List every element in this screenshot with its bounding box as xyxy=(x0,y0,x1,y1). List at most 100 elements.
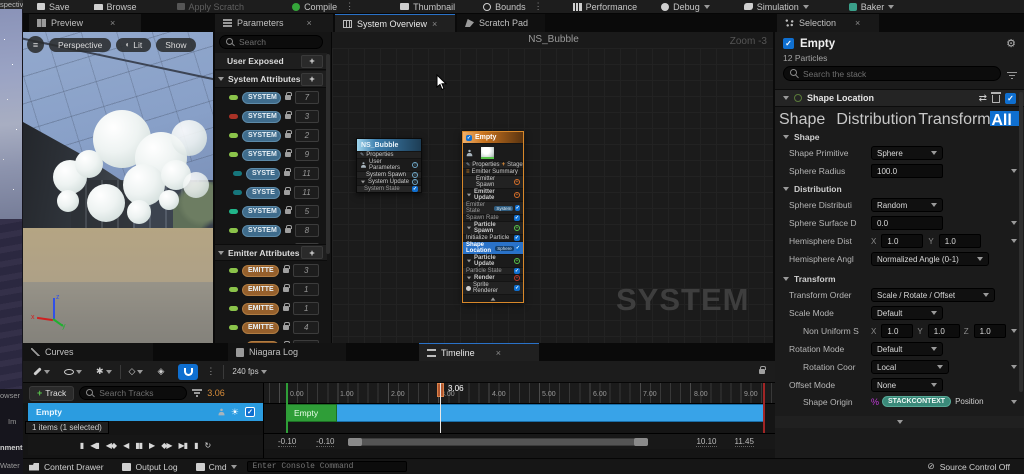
console-command-input[interactable] xyxy=(253,462,401,471)
content-drawer-button[interactable]: Content Drawer xyxy=(29,462,104,472)
parameter-row[interactable]: SYSTEM2 xyxy=(215,126,327,145)
transform-order-dropdown[interactable]: Scale / Rotate / Offset xyxy=(871,288,995,302)
viewport-perspective-button[interactable]: Perspective xyxy=(49,38,111,52)
tab-timeline[interactable]: Timeline × xyxy=(419,343,539,361)
snap-button[interactable] xyxy=(178,364,198,380)
hemisphere-dist-x-input[interactable]: 1.0 xyxy=(881,234,923,248)
track-search[interactable] xyxy=(79,386,187,400)
emitter-properties-row[interactable]: ✎Properties+Stage xyxy=(463,161,523,168)
range-end-value2[interactable]: 11.45 xyxy=(735,437,754,447)
user-exposed-header[interactable]: User Exposed + xyxy=(215,53,327,70)
scrollbar-handle-left[interactable] xyxy=(348,438,362,446)
shape-origin-badge[interactable]: STACKCONTEXT xyxy=(882,396,951,407)
system-node-user-parameters-row[interactable]: User Parameters○ xyxy=(357,158,421,171)
stack-search[interactable] xyxy=(783,66,1001,81)
timeline-track-area[interactable]: 0.00 1.00 2.00 3.00 4.00 5.00 6.00 7.00 … xyxy=(263,383,775,458)
offset-mode-dropdown[interactable]: None xyxy=(871,378,943,392)
tab-preview-close-icon[interactable]: × xyxy=(110,18,115,28)
emitter-attributes-header[interactable]: Emitter Attributes + xyxy=(215,244,327,261)
tab-parameters[interactable]: Parameters × xyxy=(215,14,333,32)
emitter-node[interactable]: ✓ Empty ✎Properties+Stage ≡Emitter Summa… xyxy=(462,131,524,303)
selection-scrollbar[interactable] xyxy=(1019,92,1023,392)
checkbox-icon[interactable]: ✓ xyxy=(516,245,520,251)
system-node-spawn-row[interactable]: System Spawn○ xyxy=(357,171,421,178)
debug-button[interactable]: Debug xyxy=(661,2,710,12)
source-control-button[interactable]: ⊘ Source Control Off xyxy=(927,461,1010,472)
hemisphere-angle-dropdown[interactable]: Normalized Angle (0-1) xyxy=(871,252,989,266)
track-filter-icon[interactable] xyxy=(192,388,202,399)
transport-jump-to-start-button[interactable]: ▮ xyxy=(80,441,83,450)
checkbox-icon[interactable]: ✓ xyxy=(514,285,520,291)
bounds-button[interactable]: Bounds⋮ xyxy=(483,1,543,12)
tab-parameters-close-icon[interactable]: × xyxy=(307,18,312,28)
stage-circle-icon[interactable]: + xyxy=(514,225,520,231)
stage-circle-icon[interactable]: + xyxy=(514,192,520,198)
user-exposed-add-button[interactable]: + xyxy=(301,55,323,68)
emitter-attributes-add-button[interactable]: + xyxy=(301,246,323,259)
preview-viewport[interactable]: z x y xyxy=(23,32,215,343)
section-transform[interactable]: Transform xyxy=(783,274,836,284)
row-expand-icon[interactable] xyxy=(1011,365,1017,369)
timeline-blue-bar[interactable] xyxy=(314,404,764,422)
tab-selection[interactable]: Selection × xyxy=(777,14,879,32)
parameters-scrollbar[interactable] xyxy=(326,54,330,254)
viewport-menu-button[interactable]: ≡ xyxy=(27,36,44,53)
emitter-summary-row[interactable]: ≡Emitter Summary xyxy=(463,168,523,175)
tab-distribution[interactable]: Distribution xyxy=(836,111,916,126)
checkbox-icon[interactable]: ✓ xyxy=(515,205,520,211)
emitter-node-footer[interactable] xyxy=(463,294,523,302)
current-time-display[interactable]: 3.06 xyxy=(207,388,225,398)
save-button[interactable]: Save xyxy=(37,2,70,12)
timeline-ruler[interactable]: 0.00 1.00 2.00 3.00 4.00 5.00 6.00 7.00 … xyxy=(264,383,775,404)
thumbnail-button[interactable]: Thumbnail xyxy=(400,2,455,12)
tab-all[interactable]: All xyxy=(990,111,1020,126)
spawn-rate-row[interactable]: Spawn Rate✓ xyxy=(463,214,523,221)
parameter-pill[interactable]: SYSTEM xyxy=(242,149,281,161)
emitter-enabled-checkbox[interactable]: ✓ xyxy=(466,135,472,141)
tab-niagara-log[interactable]: Niagara Log xyxy=(228,343,346,361)
output-log-button[interactable]: Output Log xyxy=(122,462,178,472)
system-overview-graph[interactable]: NS_Bubble Zoom -3 SYSTEM NS_Bubble ✎Prop… xyxy=(332,32,775,343)
tab-system-overview[interactable]: System Overview × xyxy=(335,14,455,32)
parameter-pill[interactable]: EMITTE xyxy=(242,303,279,315)
console-input-wrap[interactable] xyxy=(247,461,407,472)
tab-selection-close-icon[interactable]: × xyxy=(855,18,860,28)
viewport-show-button[interactable]: Show xyxy=(156,38,195,52)
emitter-enabled-checkbox[interactable]: ✓ xyxy=(783,38,794,49)
checkbox-icon[interactable]: ✓ xyxy=(412,186,418,192)
track-search-input[interactable] xyxy=(99,388,180,398)
open-icon[interactable]: ○ xyxy=(412,162,418,168)
parameters-search-input[interactable] xyxy=(239,37,316,47)
scrollbar-handle-right[interactable] xyxy=(634,438,648,446)
simulation-button[interactable]: Simulation xyxy=(744,2,809,12)
tab-curves[interactable]: Curves xyxy=(23,343,153,361)
particle-spawn-row[interactable]: Particle Spawn+ xyxy=(463,221,523,234)
system-attributes-add-button[interactable]: + xyxy=(301,73,323,86)
sphere-radius-input[interactable]: 100.0 xyxy=(871,164,943,178)
timeline-options-button[interactable] xyxy=(33,370,50,374)
transport-previous-keyframe-button[interactable]: ◀◆ xyxy=(106,441,116,450)
rotation-mode-dropdown[interactable]: Default xyxy=(871,342,943,356)
system-attributes-header[interactable]: System Attributes + xyxy=(215,71,327,88)
parameter-row[interactable]: EMITTE4 xyxy=(215,318,327,337)
row-expand-icon[interactable] xyxy=(1011,239,1017,243)
range-end-value[interactable]: 10.10 xyxy=(696,437,716,447)
transport-jump-to-end-button[interactable]: ▮ xyxy=(194,441,197,450)
parameter-pill[interactable]: SYSTE xyxy=(246,187,280,199)
track-user-icon[interactable] xyxy=(218,409,224,416)
range-start-value2[interactable]: -0.10 xyxy=(316,437,334,447)
parameter-row[interactable]: SYSTE11 xyxy=(215,164,327,183)
keyframe-add-button[interactable]: ◈ xyxy=(157,366,164,377)
tab-preview[interactable]: Preview × xyxy=(29,14,141,32)
track-row-empty[interactable]: Empty ☀ ✓ xyxy=(28,403,263,421)
parameter-pill[interactable]: SYSTEM xyxy=(242,92,281,104)
gear-icon[interactable]: ⚙ xyxy=(1006,37,1016,50)
parameter-pill[interactable]: SYSTEM xyxy=(242,206,281,218)
transport-frame-back-button[interactable]: ◀▮ xyxy=(90,441,99,450)
trash-icon[interactable] xyxy=(992,95,1000,103)
emitter-state-row[interactable]: Emitter StateSystem✓ xyxy=(463,201,523,214)
performance-button[interactable]: Performance xyxy=(573,2,638,12)
timeline-green-clip[interactable]: Empty xyxy=(287,404,337,422)
sphere-surface-input[interactable]: 0.0 xyxy=(871,216,943,230)
shuffle-icon[interactable]: ⇄ xyxy=(979,93,987,104)
